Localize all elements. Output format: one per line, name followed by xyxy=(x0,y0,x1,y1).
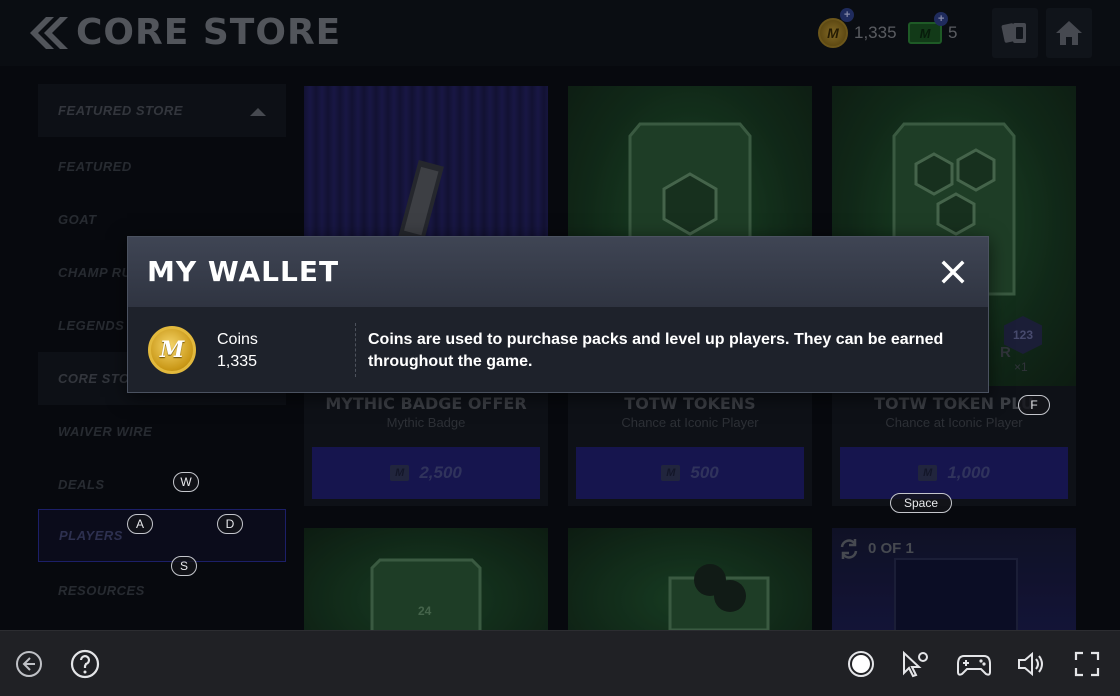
wallet-dialog-header: MY WALLET xyxy=(128,237,988,307)
coins-value: 1,335 xyxy=(217,353,258,370)
volume-icon[interactable] xyxy=(1016,649,1046,679)
key-hint-d: D xyxy=(217,514,243,534)
wallet-dialog-body: M Coins 1,335 Coins are used to purchase… xyxy=(128,307,988,392)
key-hint-w: W xyxy=(173,472,199,492)
fullscreen-icon[interactable] xyxy=(1072,649,1102,679)
key-hint-f: F xyxy=(1018,395,1050,415)
close-icon[interactable] xyxy=(940,259,966,285)
key-hint-a: A xyxy=(127,514,153,534)
help-icon[interactable] xyxy=(70,649,100,679)
wallet-dialog-title: MY WALLET xyxy=(147,255,340,288)
coins-description: Coins are used to purchase packs and lev… xyxy=(368,331,944,370)
cursor-settings-icon[interactable] xyxy=(900,649,930,679)
key-hint-space: Space xyxy=(890,493,952,513)
record-icon[interactable] xyxy=(846,649,876,679)
key-hint-s: S xyxy=(171,556,197,576)
coin-symbol: M xyxy=(159,337,185,363)
gamepad-icon[interactable] xyxy=(956,649,992,679)
coins-label: Coins xyxy=(217,331,258,348)
back-circle-icon[interactable] xyxy=(14,649,44,679)
coin-icon: M xyxy=(148,326,196,374)
wallet-dialog: MY WALLET M Coins 1,335 Coins are used t… xyxy=(127,236,989,393)
emulator-toolbar xyxy=(0,630,1120,696)
divider xyxy=(355,323,356,377)
